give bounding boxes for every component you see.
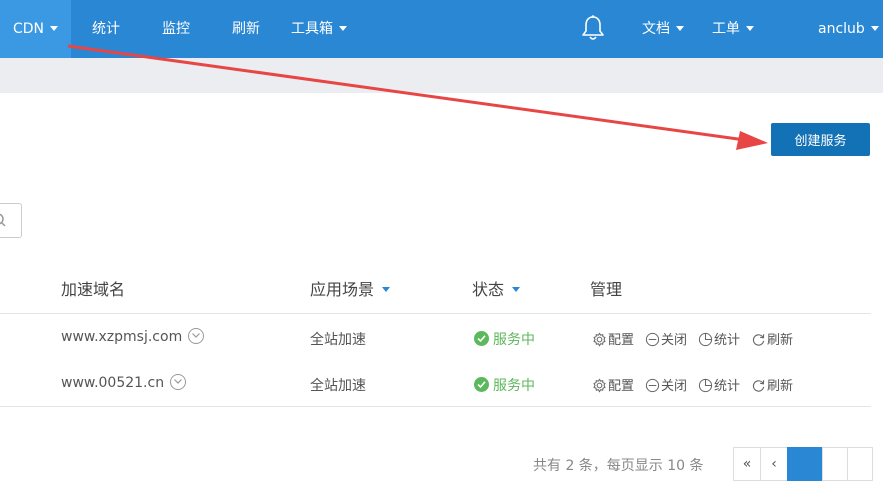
bell-icon[interactable] <box>580 14 606 44</box>
minus-circle-icon <box>645 378 660 393</box>
chevron-down-icon <box>676 25 684 31</box>
nav-toolbox-dropdown[interactable]: 工具箱 <box>291 0 347 58</box>
stats-action[interactable]: 统计 <box>698 329 740 348</box>
chevron-down-icon <box>870 25 879 31</box>
gear-icon <box>593 378 606 393</box>
nav-user-dropdown[interactable]: anclub <box>818 0 879 58</box>
stats-label: 统计 <box>714 379 741 394</box>
status-text: 服务中 <box>493 332 535 348</box>
config-label: 配置 <box>608 379 635 394</box>
chevron-down-icon[interactable] <box>170 374 187 390</box>
top-navbar: CDN 统计 监控 刷新 工具箱 文档 工单 anclub <box>0 0 883 58</box>
nav-cdn-dropdown[interactable]: CDN <box>0 0 71 58</box>
nav-cdn-label: CDN <box>12 21 45 37</box>
column-header-domain: 加速域名 <box>61 280 126 299</box>
config-label: 配置 <box>608 333 635 348</box>
column-header-status-label: 状态 <box>472 280 505 299</box>
chevron-down-icon <box>512 287 521 292</box>
close-label: 关闭 <box>661 379 688 394</box>
table-row-domain: www.00521.cn <box>61 374 187 391</box>
nav-stats-label: 统计 <box>92 21 120 37</box>
search-button[interactable] <box>0 203 22 238</box>
sub-toolbar <box>0 58 883 93</box>
pagination-info: 共有 2 条，每页显示 10 条 <box>533 458 704 474</box>
gear-icon <box>593 332 606 347</box>
refresh-action[interactable]: 刷新 <box>751 375 793 394</box>
nav-toolbox-label: 工具箱 <box>291 21 333 37</box>
stats-label: 统计 <box>714 333 741 348</box>
pagination-first-button[interactable]: « <box>733 447 761 481</box>
nav-stats[interactable]: 统计 <box>92 0 120 58</box>
domain-text: www.00521.cn <box>61 375 165 391</box>
table-bottom-divider <box>0 406 871 407</box>
config-action[interactable]: 配置 <box>592 329 634 348</box>
close-label: 关闭 <box>661 333 688 348</box>
table-row-scene: 全站加速 <box>310 332 366 348</box>
column-header-manage: 管理 <box>590 280 623 299</box>
check-circle-icon <box>474 376 489 392</box>
close-action[interactable]: 关闭 <box>645 375 687 394</box>
refresh-icon <box>752 380 765 392</box>
status-badge: 服务中 <box>474 329 535 349</box>
table-row-scene: 全站加速 <box>310 378 366 394</box>
chevron-down-icon <box>382 287 391 292</box>
pagination-current-page[interactable] <box>787 447 823 481</box>
nav-tickets-label: 工单 <box>712 21 740 37</box>
refresh-label: 刷新 <box>767 333 794 348</box>
create-service-button[interactable]: 创建服务 <box>771 123 870 156</box>
chevron-down-icon <box>50 25 59 31</box>
chevron-down-icon <box>339 25 347 31</box>
refresh-action[interactable]: 刷新 <box>751 329 793 348</box>
pagination-last-button[interactable] <box>847 447 873 481</box>
domain-text: www.xzpmsj.com <box>61 329 183 345</box>
nav-docs-label: 文档 <box>642 21 670 37</box>
table-row-domain: www.xzpmsj.com <box>61 328 205 345</box>
nav-tickets-dropdown[interactable]: 工单 <box>712 0 754 58</box>
search-icon <box>0 213 6 227</box>
nav-refresh[interactable]: 刷新 <box>232 0 260 58</box>
stats-action[interactable]: 统计 <box>698 375 740 394</box>
nav-refresh-label: 刷新 <box>232 21 260 37</box>
table-divider <box>0 313 871 314</box>
pie-chart-icon <box>698 378 713 393</box>
status-badge: 服务中 <box>474 375 535 395</box>
nav-monitor-label: 监控 <box>162 21 190 37</box>
refresh-icon <box>752 334 765 346</box>
config-action[interactable]: 配置 <box>592 375 634 394</box>
column-header-status[interactable]: 状态 <box>472 276 521 300</box>
nav-user-label: anclub <box>818 21 865 37</box>
nav-monitor[interactable]: 监控 <box>162 0 190 58</box>
minus-circle-icon <box>645 332 660 347</box>
chevron-down-icon[interactable] <box>188 328 205 344</box>
pie-chart-icon <box>698 332 713 347</box>
status-text: 服务中 <box>493 378 535 394</box>
nav-docs-dropdown[interactable]: 文档 <box>642 0 684 58</box>
column-header-scene[interactable]: 应用场景 <box>310 276 391 300</box>
close-action[interactable]: 关闭 <box>645 329 687 348</box>
chevron-down-icon <box>746 25 754 31</box>
check-circle-icon <box>474 330 489 346</box>
refresh-label: 刷新 <box>767 379 794 394</box>
pagination-next-button[interactable] <box>822 447 848 481</box>
column-header-scene-label: 应用场景 <box>310 280 375 299</box>
pagination-prev-button[interactable]: ‹ <box>760 447 788 481</box>
